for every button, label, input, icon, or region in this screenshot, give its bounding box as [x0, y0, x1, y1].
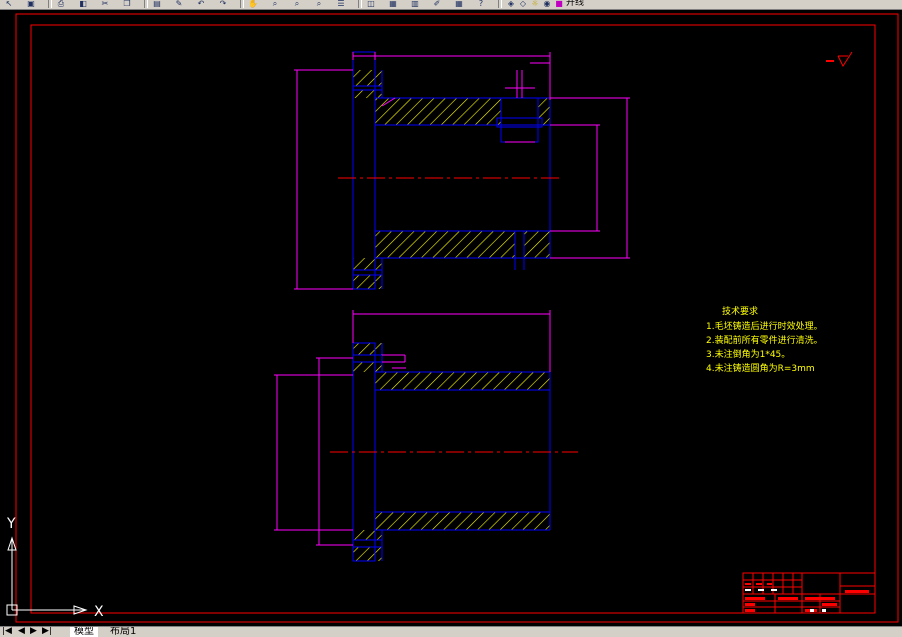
hatch-b-flange-bottom — [353, 530, 382, 540]
zoom-window-icon[interactable]: ⌕ — [290, 0, 304, 8]
calc-icon[interactable]: ▦ — [452, 0, 466, 8]
tab-nav-last[interactable]: ▶| — [42, 627, 52, 637]
hatch-b-body-bottom — [375, 512, 550, 530]
hatch-b-flange-top-2 — [353, 362, 382, 372]
ucs-x-label: X — [94, 604, 104, 620]
print-icon[interactable]: ⎙ — [54, 0, 68, 8]
ucs-icon: Y X — [6, 516, 104, 620]
hatch-body-bottom-right — [524, 231, 550, 258]
ucs-y-label: Y — [6, 516, 16, 532]
toolbar-separator — [498, 0, 502, 8]
design-center-icon[interactable]: ◫ — [364, 0, 378, 8]
sheet-set-icon[interactable]: ▥ — [408, 0, 422, 8]
bottom-section-view — [274, 310, 578, 562]
tab-model[interactable]: 模型 — [70, 627, 98, 637]
title-block — [742, 572, 876, 614]
note-line: 4.未注铸造圆角为R=3mm — [706, 362, 815, 374]
toolbar-separator — [144, 0, 148, 8]
surface-roughness-symbol — [826, 51, 853, 68]
hatch-b-flange-top — [353, 343, 382, 355]
hatch-body-top-right — [538, 98, 550, 125]
hatch-flange-bottom — [353, 258, 382, 270]
note-line: 2.装配前所有零件进行清洗。 — [706, 334, 823, 346]
toolbar-separator — [240, 0, 244, 8]
redo-icon[interactable]: ↷ — [216, 0, 230, 8]
tab-nav-first[interactable]: |◀ — [2, 627, 12, 637]
markup-icon[interactable]: ✐ — [430, 0, 444, 8]
layer-color-icon[interactable]: ■ — [552, 0, 566, 8]
toolbar-separator — [48, 0, 52, 8]
zoom-realtime-icon[interactable]: ⌕ — [268, 0, 282, 8]
help-icon[interactable]: ? — [474, 0, 488, 8]
hatch-flange-top — [353, 70, 382, 86]
hatch-b-body-top — [375, 372, 550, 390]
standard-toolbar: ↖ ▣ ⎙ ◧ ✂ ❐ ▤ ✎ ↶ ↷ ✋ ⌕ ⌕ ⌕ ☰ ◫ ▦ ▥ ✐ ▦? ◈ ◇ ☼ ◉ ■ 开线 — [0, 0, 902, 10]
preview-icon[interactable]: ◧ — [76, 0, 90, 8]
technical-notes: 技术要求 1.毛坯铸造后进行时效处理。 2.装配前所有零件进行清洗。 3.未注倒… — [706, 305, 823, 374]
properties-icon[interactable]: ☰ — [334, 0, 348, 8]
hatch-body-bottom — [375, 231, 515, 258]
paste-icon[interactable]: ▤ — [150, 0, 164, 8]
drawing-canvas[interactable]: 技术要求 1.毛坯铸造后进行时效处理。 2.装配前所有零件进行清洗。 3.未注倒… — [0, 10, 902, 626]
zoom-previous-icon[interactable]: ⌕ — [312, 0, 326, 8]
select-icon[interactable]: ↖ — [2, 0, 16, 8]
top-section-view — [294, 51, 630, 290]
toolbar-separator — [358, 0, 362, 8]
tab-layout1[interactable]: 布局1 — [106, 627, 140, 637]
hatch-body-top — [375, 98, 501, 125]
hatch-flange-bottom-2 — [353, 275, 382, 289]
hatch-flange-top-2 — [353, 90, 382, 98]
tab-nav-next[interactable]: ▶ — [30, 627, 37, 637]
cut-icon[interactable]: ✂ — [98, 0, 112, 8]
save-icon[interactable]: ▣ — [24, 0, 38, 8]
tool-palettes-icon[interactable]: ▦ — [386, 0, 400, 8]
note-line: 1.毛坯铸造后进行时效处理。 — [706, 320, 823, 332]
copy-icon[interactable]: ❐ — [120, 0, 134, 8]
current-layer-name[interactable]: 开线 — [566, 0, 584, 8]
hatch-b-flange-bottom-2 — [353, 547, 382, 561]
tab-nav-prev[interactable]: ◀ — [18, 627, 25, 637]
layout-tab-bar: |◀ ◀ ▶ ▶| 模型 布局1 — [0, 626, 902, 637]
notes-title: 技术要求 — [722, 305, 758, 317]
undo-icon[interactable]: ↶ — [194, 0, 208, 8]
match-properties-icon[interactable]: ✎ — [172, 0, 186, 8]
pan-icon[interactable]: ✋ — [246, 0, 260, 8]
note-line: 3.未注倒角为1*45。 — [706, 348, 790, 360]
